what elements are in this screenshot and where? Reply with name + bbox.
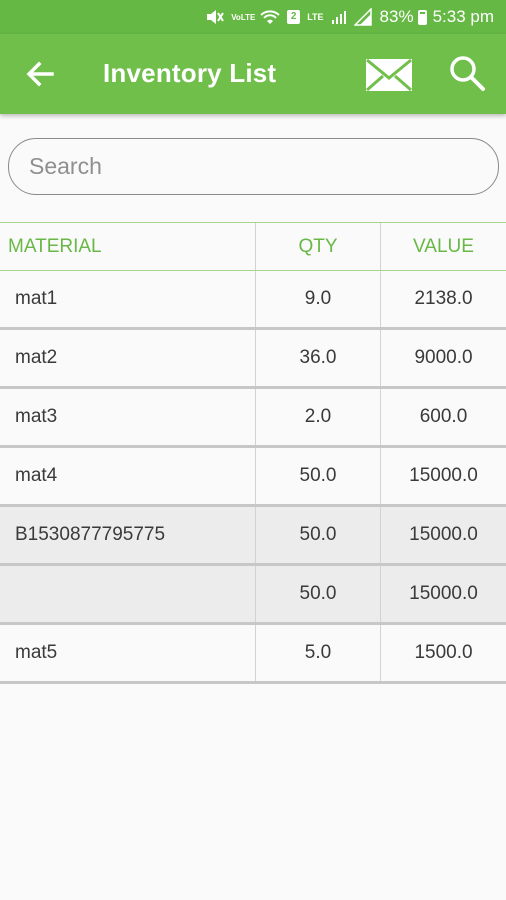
clock: 5:33 pm xyxy=(432,7,494,26)
value-cell: 1500.0 xyxy=(414,642,473,663)
search-input[interactable] xyxy=(29,153,498,180)
volte-indicator: VoLTE xyxy=(231,12,256,22)
back-button[interactable] xyxy=(22,56,58,92)
qty-cell: 50.0 xyxy=(256,566,381,622)
table-row[interactable]: mat3 2.0 600.0 xyxy=(0,389,506,448)
lte-indicator: LTE xyxy=(307,11,324,22)
qty-cell: 36.0 xyxy=(256,330,381,386)
qty-cell: 50.0 xyxy=(256,507,381,563)
signal-icon xyxy=(331,11,346,24)
signal-icon-2 xyxy=(353,8,372,26)
material-cell: mat3 xyxy=(0,389,256,445)
page-title: Inventory List xyxy=(103,58,277,88)
table-header: MATERIAL QTY VALUE xyxy=(0,223,506,271)
mail-icon xyxy=(366,58,412,92)
wifi-icon xyxy=(260,10,280,24)
value-cell: 9000.0 xyxy=(414,347,473,368)
battery-percent: 83% xyxy=(379,7,414,26)
value-cell: 2138.0 xyxy=(414,288,473,309)
value-cell: 15000.0 xyxy=(409,465,478,486)
status-icons: VoLTE 2 LTE xyxy=(206,8,372,26)
value-cell: 15000.0 xyxy=(409,524,478,545)
qty-cell: 50.0 xyxy=(256,448,381,504)
column-header-qty[interactable]: QTY xyxy=(256,223,381,270)
table-row[interactable]: mat1 9.0 2138.0 xyxy=(0,271,506,330)
column-header-material[interactable]: MATERIAL xyxy=(0,223,256,270)
table-row[interactable]: B1530877795775 50.0 15000.0 xyxy=(0,507,506,566)
table-row[interactable]: mat4 50.0 15000.0 xyxy=(0,448,506,507)
mail-button[interactable] xyxy=(364,55,414,95)
mute-icon xyxy=(207,10,225,24)
table-body: mat1 9.0 2138.0 mat2 36.0 9000.0 mat3 2.0 600.0 m… xyxy=(0,271,506,684)
material-cell xyxy=(0,566,256,622)
qty-cell: 2.0 xyxy=(256,389,381,445)
arrow-back-icon xyxy=(26,61,54,87)
table-row[interactable]: mat5 5.0 1500.0 xyxy=(0,625,506,684)
table-row[interactable]: mat2 36.0 9000.0 xyxy=(0,330,506,389)
qty-cell: 9.0 xyxy=(256,271,381,327)
status-bar: VoLTE 2 LTE 83% 5:33 pm xyxy=(0,0,506,34)
material-cell: mat1 xyxy=(0,271,256,327)
search-bar[interactable] xyxy=(8,138,499,195)
column-header-value[interactable]: VALUE xyxy=(381,223,506,270)
value-cell: 600.0 xyxy=(419,406,468,427)
sim-badge: 2 xyxy=(287,10,301,24)
qty-cell: 5.0 xyxy=(256,625,381,681)
app-bar: Inventory List xyxy=(0,34,506,114)
material-cell: B1530877795775 xyxy=(0,507,256,563)
material-cell: mat4 xyxy=(0,448,256,504)
search-icon xyxy=(450,56,485,91)
value-cell: 15000.0 xyxy=(409,583,478,604)
material-cell: mat2 xyxy=(0,330,256,386)
battery-icon xyxy=(417,9,427,25)
search-button[interactable] xyxy=(447,54,487,94)
table-row[interactable]: 50.0 15000.0 xyxy=(0,566,506,625)
material-cell: mat5 xyxy=(0,625,256,681)
inventory-table: MATERIAL QTY VALUE mat1 9.0 2138.0 mat2 36.0… xyxy=(0,222,506,684)
